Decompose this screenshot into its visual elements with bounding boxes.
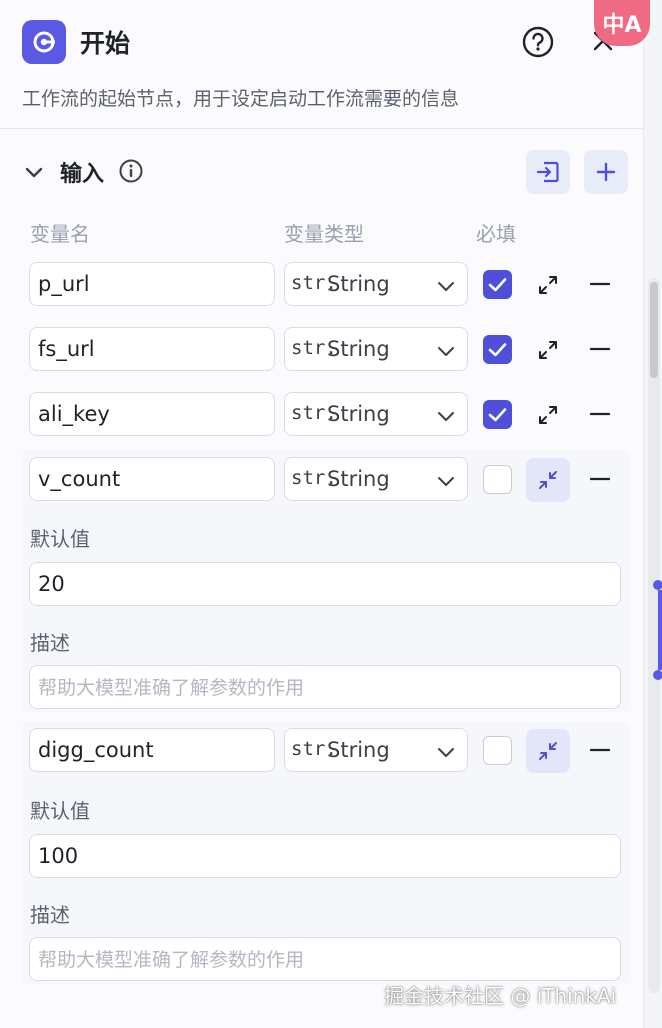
page-title: 开始 <box>80 29 131 58</box>
remove-variable-button[interactable] <box>586 736 614 764</box>
expand-arrows-icon <box>539 276 557 294</box>
start-node-panel: 开始 工作流的起始节点，用于设定启动工作流需要的信息 输入 变量名 变量类型 必… <box>0 0 644 1028</box>
default-value-label: 默认值 <box>30 799 90 823</box>
expand-button[interactable] <box>526 393 570 437</box>
check-icon <box>488 278 507 292</box>
minus-icon <box>589 347 611 351</box>
type-value: String <box>327 738 390 762</box>
variable-name-input[interactable] <box>29 262 275 306</box>
required-checkbox[interactable] <box>483 465 512 494</box>
variable-row: str. String <box>22 392 632 438</box>
connector-line <box>658 590 662 670</box>
help-icon[interactable] <box>520 24 556 60</box>
variable-type-select[interactable]: str. String <box>284 728 468 772</box>
variable-name-input[interactable] <box>29 392 275 436</box>
required-checkbox[interactable] <box>483 736 512 765</box>
translate-icon[interactable]: 中A <box>594 0 650 46</box>
node-description: 工作流的起始节点，用于设定启动工作流需要的信息 <box>22 88 460 110</box>
required-checkbox[interactable] <box>483 335 512 364</box>
info-icon[interactable] <box>118 158 144 184</box>
collapse-button[interactable] <box>526 458 570 502</box>
collapse-button[interactable] <box>526 729 570 773</box>
description-label: 描述 <box>30 631 70 655</box>
remove-variable-button[interactable] <box>586 270 614 298</box>
minus-icon <box>589 412 611 416</box>
required-checkbox[interactable] <box>483 270 512 299</box>
check-icon <box>488 408 507 422</box>
chevron-down-icon <box>438 748 454 757</box>
minus-icon <box>589 477 611 481</box>
connector-handle[interactable] <box>653 670 662 680</box>
remove-variable-button[interactable] <box>586 335 614 363</box>
variable-row: str. String <box>22 262 632 308</box>
variable-name-input[interactable] <box>29 728 275 772</box>
variable-type-select[interactable]: str. String <box>284 327 468 371</box>
variable-type-select[interactable]: str. String <box>284 457 468 501</box>
check-icon <box>488 343 507 357</box>
chevron-down-icon <box>438 412 454 421</box>
variable-type-select[interactable]: str. String <box>284 392 468 436</box>
type-value: String <box>327 272 390 296</box>
description-label: 描述 <box>30 903 70 927</box>
expand-arrows-icon <box>539 406 557 424</box>
import-variables-button[interactable] <box>526 150 570 194</box>
column-header-name: 变量名 <box>30 222 90 246</box>
variable-name-input[interactable] <box>29 327 275 371</box>
start-node-logo-icon <box>22 20 66 64</box>
divider <box>0 128 644 129</box>
add-variable-button[interactable] <box>584 150 628 194</box>
collapse-arrows-icon <box>539 471 557 489</box>
expand-button[interactable] <box>526 328 570 372</box>
description-input[interactable] <box>29 937 621 981</box>
connector-handle[interactable] <box>653 580 662 590</box>
type-value: String <box>327 467 390 491</box>
chevron-down-icon <box>438 477 454 486</box>
variable-row: str. String <box>22 457 632 503</box>
type-value: String <box>327 402 390 426</box>
column-header-type: 变量类型 <box>284 222 364 246</box>
expand-arrows-icon <box>539 341 557 359</box>
import-icon <box>536 161 559 183</box>
remove-variable-button[interactable] <box>586 400 614 428</box>
chevron-down-icon <box>438 282 454 291</box>
variable-type-select[interactable]: str. String <box>284 262 468 306</box>
variable-name-input[interactable] <box>29 457 275 501</box>
plus-icon <box>596 162 616 182</box>
required-checkbox[interactable] <box>483 400 512 429</box>
collapse-arrows-icon <box>539 742 557 760</box>
input-section-header: 输入 <box>22 150 632 196</box>
default-value-input[interactable] <box>29 562 621 606</box>
collapse-chevron-icon[interactable] <box>22 160 46 184</box>
scrollbar-thumb[interactable] <box>650 282 658 378</box>
type-value: String <box>327 337 390 361</box>
default-value-label: 默认值 <box>30 527 90 551</box>
default-value-input[interactable] <box>29 834 621 878</box>
minus-icon <box>589 748 611 752</box>
minus-icon <box>589 282 611 286</box>
chevron-down-icon <box>438 347 454 356</box>
variable-row: str. String <box>22 728 632 774</box>
expand-button[interactable] <box>526 263 570 307</box>
watermark: 掘金技术社区 @ iThinkAi <box>384 984 617 1008</box>
remove-variable-button[interactable] <box>586 465 614 493</box>
column-header-required: 必填 <box>476 222 516 246</box>
panel-header: 开始 <box>22 20 632 66</box>
variable-row: str. String <box>22 327 632 373</box>
section-title: 输入 <box>60 162 105 187</box>
description-input[interactable] <box>29 665 621 709</box>
